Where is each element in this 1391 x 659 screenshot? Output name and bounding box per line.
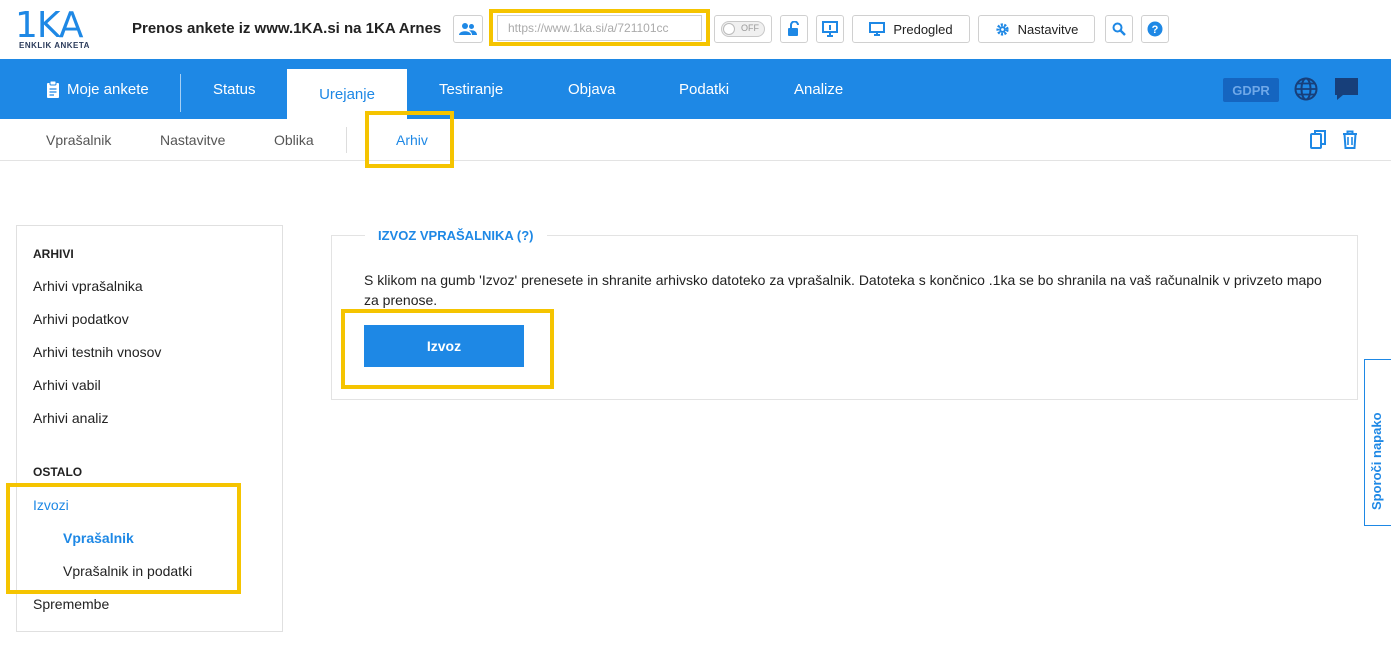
sidebar-item-analysis-archives[interactable]: Arhivi analiz bbox=[33, 410, 108, 426]
archive-sidebar: ARHIVI Arhivi vprašalnika Arhivi podatko… bbox=[16, 225, 283, 632]
search-icon bbox=[1112, 22, 1126, 36]
preview-label: Predogled bbox=[893, 21, 953, 37]
top-bar: 1KA ENKLIK ANKETA Prenos ankete iz www.1… bbox=[0, 0, 1391, 59]
sidebar-item-export-questionnaire-data[interactable]: Vprašalnik in podatki bbox=[63, 563, 192, 579]
toggle-knob bbox=[723, 23, 735, 35]
subnav-archive[interactable]: Arhiv bbox=[396, 132, 428, 148]
subnav-design[interactable]: Oblika bbox=[274, 132, 314, 148]
nav-my-surveys[interactable]: Moje ankete bbox=[46, 59, 149, 119]
report-bug-tab[interactable]: Sporoči napako bbox=[1364, 359, 1391, 526]
sidebar-item-exports[interactable]: Izvozi bbox=[33, 497, 69, 513]
subnav-settings[interactable]: Nastavitve bbox=[160, 132, 225, 148]
nav-divider bbox=[180, 74, 181, 112]
copy-icon bbox=[1310, 130, 1326, 149]
unlock-icon bbox=[788, 21, 799, 36]
subnav-divider bbox=[346, 127, 347, 153]
clipboard-icon bbox=[47, 80, 59, 98]
sidebar-section-archives: ARHIVI bbox=[33, 247, 74, 261]
trash-icon bbox=[1343, 130, 1357, 149]
url-highlight-box bbox=[489, 9, 710, 46]
help-icon: ? bbox=[1147, 21, 1163, 37]
toggle-track: OFF bbox=[721, 21, 765, 37]
panel-title[interactable]: IZVOZ VPRAŠALNIKA (?) bbox=[365, 226, 547, 246]
presentation-icon bbox=[822, 21, 838, 37]
preview-button[interactable]: Predogled bbox=[852, 15, 970, 43]
nav-data[interactable]: Podatki bbox=[679, 59, 729, 119]
main-nav: Moje ankete Status Urejanje Testiranje O… bbox=[0, 59, 1391, 119]
language-button[interactable] bbox=[1294, 59, 1318, 119]
globe-icon bbox=[1294, 77, 1318, 101]
nav-my-surveys-label: Moje ankete bbox=[67, 80, 149, 98]
survey-title: Prenos ankete iz www.1KA.si na 1KA Arnes bbox=[132, 20, 442, 37]
nav-testing[interactable]: Testiranje bbox=[439, 59, 503, 119]
chat-icon bbox=[1335, 78, 1358, 100]
activation-toggle[interactable]: OFF bbox=[714, 15, 772, 43]
settings-button[interactable]: Nastavitve bbox=[978, 15, 1095, 43]
sidebar-section-other: OSTALO bbox=[33, 465, 83, 479]
sidebar-item-data-archives[interactable]: Arhivi podatkov bbox=[33, 311, 129, 327]
sidebar-item-questionnaire-archives[interactable]: Arhivi vprašalnika bbox=[33, 278, 143, 294]
export-panel bbox=[331, 235, 1358, 400]
monitor-icon bbox=[869, 22, 886, 36]
sidebar-item-invitation-archives[interactable]: Arhivi vabil bbox=[33, 377, 101, 393]
panel-description: S klikom na gumb 'Izvoz' prenesete in sh… bbox=[364, 272, 1322, 308]
logo[interactable]: 1KA ENKLIK ANKETA bbox=[15, 8, 95, 52]
sidebar-item-changes[interactable]: Spremembe bbox=[33, 596, 109, 612]
export-button[interactable]: Izvoz bbox=[364, 325, 524, 367]
search-button[interactable] bbox=[1105, 15, 1133, 43]
unlock-button[interactable] bbox=[780, 15, 808, 43]
sidebar-item-test-entries-archives[interactable]: Arhivi testnih vnosov bbox=[33, 344, 161, 360]
report-bug-label: Sporoči napako bbox=[1369, 412, 1384, 510]
chat-button[interactable] bbox=[1334, 59, 1359, 119]
subnav-questionnaire[interactable]: Vprašalnik bbox=[46, 132, 111, 148]
users-icon bbox=[459, 23, 477, 35]
users-button[interactable] bbox=[453, 15, 483, 43]
sidebar-item-export-questionnaire[interactable]: Vprašalnik bbox=[63, 530, 134, 546]
settings-label: Nastavitve bbox=[1017, 21, 1079, 37]
nav-analysis[interactable]: Analize bbox=[794, 59, 843, 119]
sub-nav: Vprašalnik Nastavitve Oblika Arhiv bbox=[0, 119, 1391, 161]
toggle-label: OFF bbox=[741, 23, 759, 33]
nav-publish[interactable]: Objava bbox=[568, 59, 616, 119]
svg-text:?: ? bbox=[1152, 24, 1159, 36]
gdpr-badge[interactable]: GDPR bbox=[1223, 78, 1279, 102]
delete-survey-button[interactable] bbox=[1342, 130, 1358, 152]
presentation-button[interactable] bbox=[816, 15, 844, 43]
gear-icon bbox=[996, 22, 1009, 36]
logo-subtitle: ENKLIK ANKETA bbox=[19, 41, 90, 50]
copy-survey-button[interactable] bbox=[1310, 130, 1326, 152]
help-button[interactable]: ? bbox=[1141, 15, 1169, 43]
nav-editing[interactable]: Urejanje bbox=[287, 69, 407, 119]
logo-text: 1KA bbox=[15, 5, 84, 46]
nav-status[interactable]: Status bbox=[213, 59, 256, 119]
